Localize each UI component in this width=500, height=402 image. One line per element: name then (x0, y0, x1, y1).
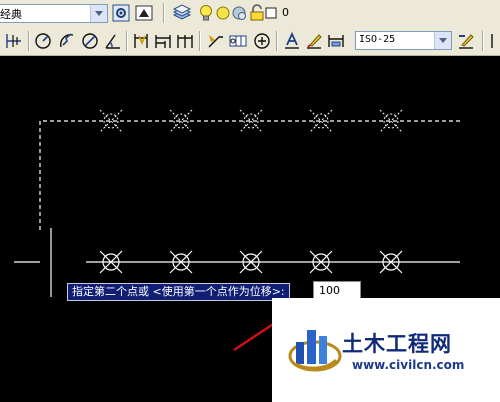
dimension-text-edit-icon[interactable] (304, 31, 324, 51)
toolbar-separator (276, 31, 277, 51)
dimension-style-value: ISO-25 (359, 34, 396, 45)
chevron-down-icon[interactable] (434, 32, 451, 49)
center-mark-icon[interactable] (252, 31, 272, 51)
watermark: 土木工程网 www.civilcn.com (272, 298, 500, 402)
jogged-dimension-icon[interactable] (57, 31, 77, 51)
selected-column-markers[interactable] (99, 109, 403, 133)
workspace-combo-value: 经典 (0, 8, 22, 21)
toolbar-overflow-icon[interactable] (488, 31, 500, 51)
diameter-dimension-icon[interactable] (80, 31, 100, 51)
dimension-toolbar: ISO-25 (0, 27, 500, 56)
dashed-beam-outline[interactable] (39, 120, 460, 230)
dimension-update-icon[interactable] (326, 31, 346, 51)
quick-dimension-icon[interactable] (131, 31, 151, 51)
tolerance-icon[interactable] (228, 31, 248, 51)
toolbar-separator (126, 31, 127, 51)
watermark-brand: 土木工程网 (342, 332, 452, 356)
workspace-settings-icon[interactable] (111, 3, 131, 23)
my-workspace-icon[interactable] (134, 3, 154, 23)
dynamic-input-field[interactable]: 100 (313, 281, 361, 299)
layer-properties-icon[interactable] (172, 3, 192, 23)
dimension-style-manager-icon[interactable] (456, 31, 476, 51)
continue-dimension-icon[interactable] (175, 31, 195, 51)
viewport-freeze-icon[interactable] (229, 3, 249, 23)
toolbar-separator (28, 31, 29, 51)
chevron-down-icon[interactable] (90, 5, 107, 22)
command-prompt: 指定第二个点或 <使用第一个点作为位移>: (67, 283, 290, 301)
civilcn-logo-icon (288, 330, 342, 372)
baseline-dimension-icon[interactable] (153, 31, 173, 51)
toolbar-row-1: 经典 0 (0, 0, 500, 28)
angular-dimension-icon[interactable] (103, 31, 123, 51)
watermark-url: www.civilcn.com (352, 358, 465, 372)
color-swatch-icon[interactable] (262, 3, 282, 23)
dimension-edit-icon[interactable] (282, 31, 302, 51)
toolbar-separator (482, 31, 483, 51)
radius-dimension-icon[interactable] (33, 31, 53, 51)
leader-icon[interactable] (205, 31, 225, 51)
workspace-combo[interactable]: 经典 (0, 4, 108, 23)
arc-dimension-icon[interactable] (4, 31, 24, 51)
layer-name: 0 (282, 6, 289, 19)
toolbar-separator (163, 3, 164, 23)
dimension-style-combo[interactable]: ISO-25 (355, 31, 452, 50)
toolbar-separator (199, 31, 200, 51)
